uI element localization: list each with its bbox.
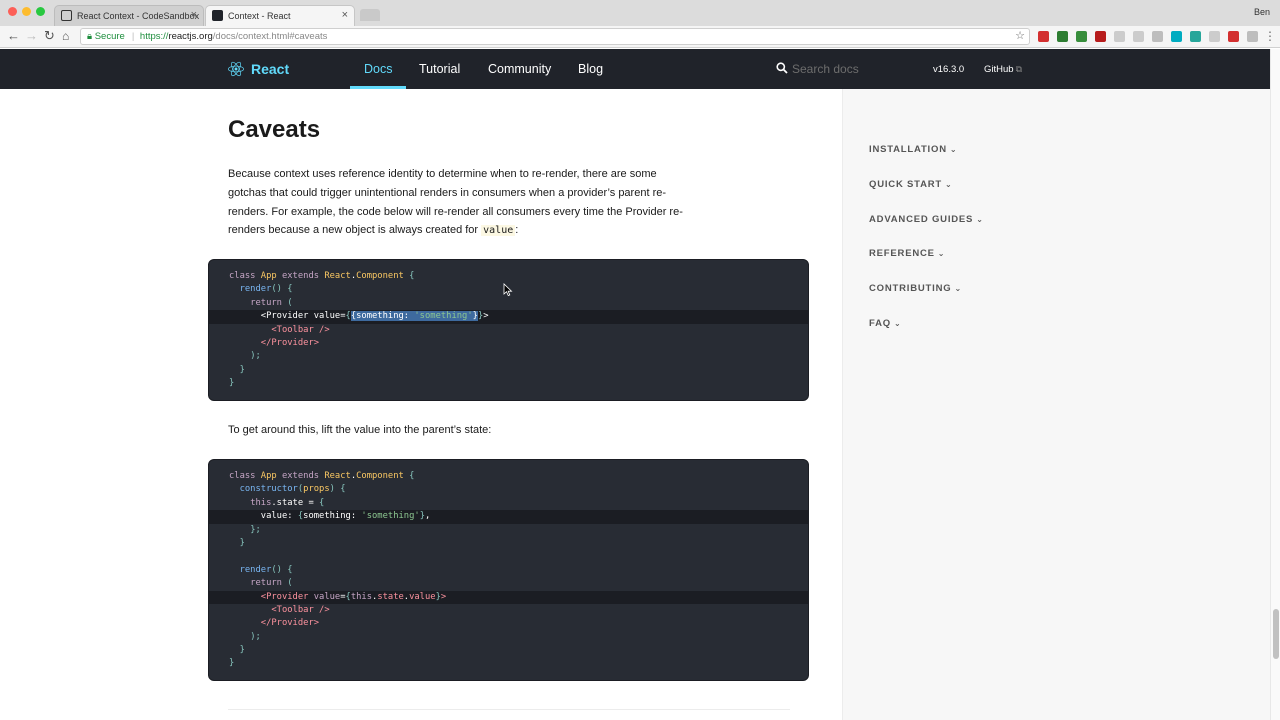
sidebar-item-label: FAQ	[869, 318, 891, 329]
browser-extension-icon[interactable]	[1228, 31, 1239, 42]
page-scrollbar[interactable]	[1270, 49, 1280, 720]
browser-extension-icon[interactable]	[1057, 31, 1068, 42]
browser-extension-icon[interactable]	[1076, 31, 1087, 42]
code-block-provider-example: class App extends React.Component { rend…	[208, 259, 809, 401]
browser-extension-icon[interactable]	[1171, 31, 1182, 42]
site-header: React Docs Tutorial Community Blog v16.3…	[0, 49, 1270, 89]
sidebar-item-faq[interactable]: FAQ ⌄	[869, 318, 901, 329]
browser-extension-icon[interactable]	[1190, 31, 1201, 42]
tab-close-icon[interactable]: ×	[191, 9, 197, 21]
paragraph-line: Because context uses reference identity …	[228, 168, 657, 180]
secure-label: Secure	[94, 31, 125, 42]
browser-tab-codesandbox[interactable]: React Context - CodeSandbox ×	[54, 5, 204, 26]
browser-tab-context-react[interactable]: Context - React ×	[205, 5, 355, 26]
code-block-state-example: class App extends React.Component { cons…	[208, 459, 809, 681]
url-path: /docs/context.html#caveats	[212, 31, 328, 42]
version-link[interactable]: v16.3.0	[933, 64, 964, 75]
chevron-down-icon: ⌄	[893, 319, 902, 328]
url-host: reactjs.org	[168, 31, 213, 42]
browser-toolbar: ← → ↻ ⌂ 🔒︎ Secure | https://reactjs.org/d…	[0, 26, 1280, 48]
lock-icon: 🔒︎	[87, 31, 93, 42]
external-link-icon: ⧉	[1015, 64, 1023, 74]
chevron-down-icon: ⌄	[954, 284, 962, 293]
browser-extension-icon[interactable]	[1133, 31, 1144, 42]
tab-title: React Context - CodeSandbox	[77, 11, 200, 21]
sidebar-item-contributing[interactable]: CONTRIBUTING ⌄	[869, 283, 962, 294]
sidebar-item-label: REFERENCE	[869, 248, 935, 259]
nav-docs[interactable]: Docs	[364, 62, 392, 76]
chevron-down-icon: ⌄	[937, 249, 946, 258]
caveats-paragraph: Because context uses reference identity …	[228, 165, 713, 241]
codesandbox-favicon-icon	[61, 10, 72, 21]
reload-icon[interactable]: ↻	[44, 29, 55, 43]
section-title: Caveats	[228, 116, 321, 143]
new-tab-button[interactable]	[360, 9, 380, 21]
profile-name[interactable]: Ben	[1254, 7, 1270, 17]
browser-extension-icon[interactable]	[1247, 31, 1258, 42]
window-maximize-button[interactable]	[36, 7, 45, 16]
search-icon	[776, 62, 788, 74]
sidebar-item-label: INSTALLATION	[869, 144, 947, 155]
sidebar-item-reference[interactable]: REFERENCE ⌄	[869, 248, 945, 259]
sidebar-item-label: CONTRIBUTING	[869, 283, 952, 294]
nav-tutorial[interactable]: Tutorial	[419, 62, 460, 76]
nav-active-indicator	[350, 86, 406, 89]
tab-close-icon[interactable]: ×	[342, 9, 348, 21]
browser-menu-icon[interactable]: ⋮	[1264, 29, 1276, 43]
react-atom-icon	[228, 61, 244, 77]
nav-blog[interactable]: Blog	[578, 62, 603, 76]
paragraph-line: gotchas that could trigger unintentional…	[228, 186, 667, 199]
tab-title: Context - React	[228, 11, 291, 21]
sidebar-item-quick-start[interactable]: QUICK START ⌄	[869, 179, 953, 190]
logo-text: React	[251, 61, 290, 77]
browser-extension-icon[interactable]	[1152, 31, 1163, 42]
github-label: GitHub	[984, 64, 1014, 75]
paragraph-line: renders because a new object is always c…	[228, 224, 482, 237]
browser-extension-icon[interactable]	[1038, 31, 1049, 42]
lift-state-paragraph: To get around this, lift the value into …	[228, 424, 492, 436]
github-link[interactable]: GitHub ⧉	[984, 64, 1022, 75]
paragraph-line: renders. For example, the code below wil…	[228, 205, 683, 218]
bookmark-star-icon[interactable]: ☆	[1015, 29, 1025, 42]
chevron-down-icon: ⌄	[945, 180, 953, 189]
home-icon[interactable]: ⌂	[62, 29, 69, 43]
forward-arrow-icon[interactable]: →	[25, 29, 38, 43]
sidebar-item-advanced-guides[interactable]: ADVANCED GUIDES ⌄	[869, 214, 984, 225]
react-logo-link[interactable]: React	[228, 61, 289, 77]
react-favicon-icon	[212, 10, 223, 21]
browser-tab-bar: React Context - CodeSandbox × Context - …	[0, 0, 1280, 26]
browser-extension-icon[interactable]	[1095, 31, 1106, 42]
back-arrow-icon[interactable]: ←	[7, 29, 20, 43]
window-close-button[interactable]	[8, 7, 17, 16]
window-minimize-button[interactable]	[22, 7, 31, 16]
sidebar-item-label: QUICK START	[869, 179, 943, 190]
browser-extension-icon[interactable]	[1114, 31, 1125, 42]
content-divider	[228, 709, 790, 710]
chevron-down-icon: ⌄	[949, 145, 958, 154]
search-docs-input[interactable]	[792, 60, 912, 78]
scrollbar-thumb[interactable]	[1273, 609, 1279, 659]
nav-community[interactable]: Community	[488, 62, 551, 76]
url-scheme: https://	[139, 31, 169, 42]
mouse-cursor-icon	[503, 283, 513, 297]
chevron-down-icon: ⌄	[976, 215, 984, 224]
paragraph-end: :	[515, 224, 519, 237]
browser-extension-icon[interactable]	[1209, 31, 1220, 42]
sidebar-item-label: ADVANCED GUIDES	[869, 214, 974, 225]
address-bar[interactable]: 🔒︎ Secure | https://reactjs.org/docs/cont…	[80, 28, 1030, 45]
sidebar-item-installation[interactable]: INSTALLATION ⌄	[869, 144, 957, 155]
inline-code-value: value	[481, 225, 516, 237]
